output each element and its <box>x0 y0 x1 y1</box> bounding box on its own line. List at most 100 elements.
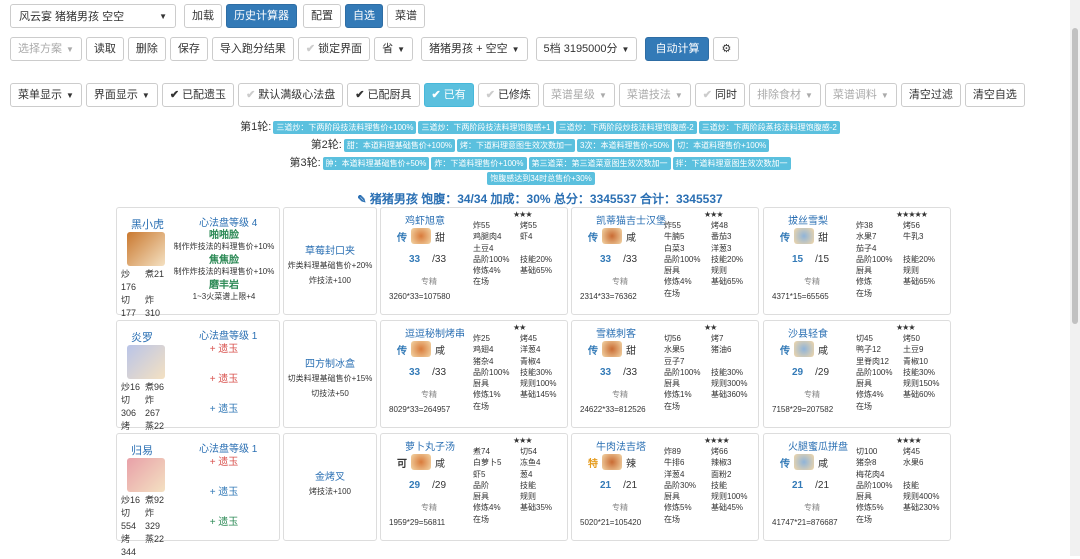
dish-quantity[interactable]: 15/15 <box>792 254 829 265</box>
owned-toggle[interactable]: ✔ 已有 <box>423 83 474 107</box>
config-button[interactable]: 配置 <box>303 4 341 28</box>
dish-stat: 虾5 <box>473 469 486 479</box>
equipment-card[interactable]: 草莓封口夹 炸类料理基础售价+20% 炸技法+100 <box>283 207 377 315</box>
add-jade-button[interactable]: + 遗玉 <box>169 343 279 357</box>
dish-stat: 在场 <box>664 288 680 298</box>
chef-card[interactable]: 归易 心法盘等级 1 炒16 煮92 切554 炸329 烤344 蒸22 + 遗玉 + 遗玉 + … <box>116 433 280 557</box>
dish-stat: 在场 <box>664 401 680 411</box>
recipes-button[interactable]: 菜谱 <box>387 4 425 28</box>
add-jade-button[interactable]: + 遗玉 <box>169 486 279 500</box>
guests-select[interactable]: 猪猪男孩 + 空空 ▼ <box>421 37 528 61</box>
dish-stat: 烤45 <box>903 447 920 456</box>
equipment-card[interactable]: 四方制冰盒 切类料理基础售价+15% 切技法+50 <box>283 320 377 428</box>
dish-stat: 修炼5% <box>856 503 884 513</box>
scheme-select[interactable]: 选择方案 ▼ <box>10 37 82 61</box>
dish-quantity[interactable]: 33/33 <box>409 254 446 265</box>
chef-card[interactable]: 炎罗心法盘等级 1炒16煮96切306炸267烤497蒸22+ 遗玉+ 遗玉+ … <box>116 320 280 444</box>
same-time-label: 同时 <box>715 89 737 101</box>
exclude-ingredient-dropdown[interactable]: 排除食材 ▼ <box>749 83 821 107</box>
chef-stat: 炸329 <box>145 508 161 531</box>
chef-skills: 啪啪脸 制作炸技法的料理售价+10% 焦焦脸 制作炸技法的料理售价+10% 磨丰岩 1~3… <box>169 230 279 305</box>
dish-flavor: 甜 <box>626 345 636 357</box>
dish-card[interactable]: 雪糕刺客 ★★ 传甜 33/33 专精 24622*33=812526 切56 烤7 水果5 猪油… <box>571 320 759 428</box>
dish-stat: 技能30% <box>903 367 936 377</box>
dish-stat: 白萝卜5 <box>473 458 502 468</box>
save-button[interactable]: 保存 <box>169 37 208 61</box>
dish-price-formula: 3260*33=107580 <box>389 292 451 301</box>
check-icon: ✔ <box>485 89 495 101</box>
read-button[interactable]: 读取 <box>85 37 124 61</box>
recipe-season-dropdown[interactable]: 菜谱调料 ▼ <box>824 83 897 107</box>
dish-rarity-tag: 传 <box>780 345 790 357</box>
dish-icon <box>602 454 622 470</box>
dish-quantity[interactable]: 21/21 <box>600 480 637 491</box>
grade-select[interactable]: 5档 3195000分 ▼ <box>535 37 638 61</box>
dish-card[interactable]: 逗逗秘制烤串 ★★ 传咸 33/33 专精 8029*33=264957 炸25 烤45 鸡翅4… <box>380 320 568 428</box>
dish-quantity[interactable]: 29/29 <box>409 480 446 491</box>
dish-stars: ★★ <box>513 323 526 332</box>
summary-text: 猪猪男孩 饱腹：34/34 加成：30% 总分：3345537 合计：33455… <box>369 192 723 206</box>
dish-header: 传甜 <box>397 228 445 244</box>
dish-header: 可咸 <box>397 454 445 470</box>
dish-stars: ★★★ <box>896 323 915 332</box>
province-select[interactable]: 省 ▼ <box>374 37 414 61</box>
dish-stat: 梅花肉4 <box>856 469 885 479</box>
dish-card[interactable]: 鸡虾旭意 ★★★ 传甜 33/33 专精 3260*33=107580 炸55 烤55 鸡腿肉4… <box>380 207 568 315</box>
skill-name: 焦焦脸 <box>209 255 239 266</box>
dish-quantity[interactable]: 33/33 <box>409 367 446 378</box>
dish-stat: 牛排6 <box>664 458 685 468</box>
chef-card[interactable]: 黑小虎心法盘等级 4炒176煮21切177炸310烤490蒸27啪啪脸制作炸技法… <box>116 207 280 344</box>
dish-specialty: 专精 <box>804 277 820 286</box>
recipe-skill-dropdown[interactable]: 菜谱技法 ▼ <box>618 83 691 107</box>
add-jade-button[interactable]: + 遗玉 <box>169 403 279 417</box>
add-jade-button[interactable]: + 遗玉 <box>169 516 279 530</box>
menu-display-dropdown[interactable]: 菜单显示 ▼ <box>10 83 82 107</box>
recipe-star-dropdown[interactable]: 菜谱星级 ▼ <box>542 83 615 107</box>
dish-stat: 厨具 <box>664 266 680 276</box>
ui-display-dropdown[interactable]: 界面显示 ▼ <box>85 83 158 107</box>
import-button[interactable]: 导入跑分结果 <box>211 37 294 61</box>
default-full-toggle[interactable]: ✔ 默认满级心法盘 <box>238 83 344 107</box>
same-time-toggle[interactable]: ✔ 同时 <box>694 83 745 107</box>
dish-header: 传甜 <box>780 228 828 244</box>
lock-ui-toggle[interactable]: ✔ 锁定界面 <box>297 37 371 61</box>
rounds-panel: 第1轮: 三道炒：下两阶段技法料理售价+100% 三道炒：下两阶段技法料理饱腹感+1… <box>0 118 1080 187</box>
dish-quantity[interactable]: 21/21 <box>792 480 829 491</box>
dish-stat: 规则100% <box>520 379 557 389</box>
history-calc-button[interactable]: 历史计算器 <box>226 4 297 28</box>
with-tools-toggle[interactable]: ✔ 已配厨具 <box>347 83 420 107</box>
dish-stat: 洋葱4 <box>664 469 685 479</box>
dish-icon <box>411 454 431 470</box>
rule-select[interactable]: 风云宴 猪猪男孩 空空 ▼ <box>10 4 176 28</box>
dish-card[interactable]: 萝卜丸子汤 ★★★ 可咸 29/29 专精 1959*29=56811 煮74 切54 白萝卜5… <box>380 433 568 541</box>
clear-custom-button[interactable]: 清空自选 <box>964 83 1025 107</box>
add-jade-button[interactable]: + 遗玉 <box>169 456 279 470</box>
grade-label: 5档 3195000分 <box>543 43 618 55</box>
with-jade-toggle[interactable]: ✔ 已配遗玉 <box>161 83 235 107</box>
delete-button[interactable]: 删除 <box>127 37 166 61</box>
chef-stat: 蒸22 <box>145 534 165 544</box>
custom-button[interactable]: 自选 <box>345 4 383 28</box>
default-full-label: 默认满级心法盘 <box>258 89 336 101</box>
dish-stat: 辣椒3 <box>711 458 732 468</box>
dish-card[interactable]: 拔丝雪梨 ★★★★★ 传甜 15/15 专精 4371*15=65565 炸38 烤56 水果7… <box>763 207 951 315</box>
dish-card[interactable]: 凯蒂猫吉士汉堡 ★★★ 传咸 33/33 专精 2314*33=76362 炸55 烤48 牛腩… <box>571 207 759 315</box>
scrollbar-thumb[interactable] <box>1072 28 1078 324</box>
dish-quantity[interactable]: 33/33 <box>600 367 637 378</box>
skill-name: 磨丰岩 <box>209 280 239 291</box>
auto-calc-button[interactable]: 自动计算 <box>645 37 710 61</box>
cultivated-toggle[interactable]: ✔ 已修炼 <box>477 83 539 107</box>
add-jade-button[interactable]: + 遗玉 <box>169 373 279 387</box>
settings-button[interactable]: ⚙ <box>713 37 740 61</box>
dish-card[interactable]: 火腿蜜瓜拼盘 ★★★★ 传咸 21/21 专精 41747*21=876687 切100 烤4… <box>763 433 951 541</box>
dish-quantity[interactable]: 29/29 <box>792 367 829 378</box>
equipment-card[interactable]: 金烤叉 烤技法+100 <box>283 433 377 541</box>
dish-quantity[interactable]: 33/33 <box>600 254 637 265</box>
with-jade-label: 已配遗玉 <box>182 89 227 101</box>
scrollbar[interactable] <box>1070 0 1080 556</box>
dish-card[interactable]: 沙县轻食 ★★★ 传咸 29/29 专精 7158*29=207582 切45 烤50 鸭子12… <box>763 320 951 428</box>
clear-filter-button[interactable]: 清空过滤 <box>900 83 961 107</box>
dish-card[interactable]: 牛肉法吉塔 ★★★★ 特辣 21/21 专精 5020*21=105420 炸89 烤66 牛排… <box>571 433 759 541</box>
load-button[interactable]: 加载 <box>184 4 222 28</box>
caret-down-icon: ▼ <box>159 11 167 21</box>
